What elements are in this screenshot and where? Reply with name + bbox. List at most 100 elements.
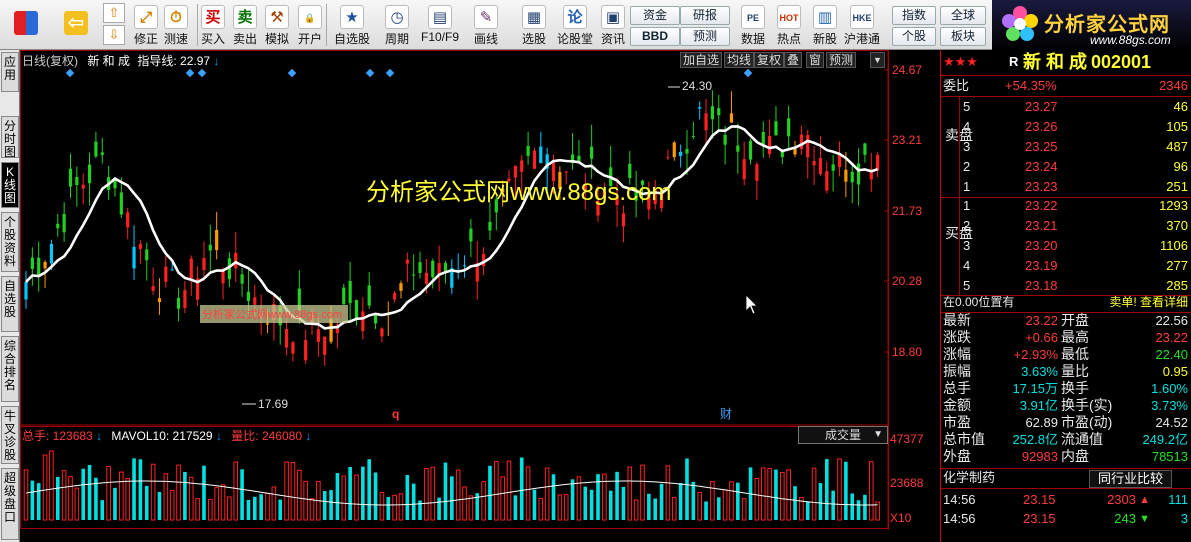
sell-row[interactable]: 5 23.27 46 — [941, 97, 1191, 117]
index-button[interactable]: 指数 — [892, 6, 936, 25]
signal-diamond-icon — [185, 68, 195, 78]
volume-bar-up — [640, 464, 645, 521]
global-button[interactable]: 全球 — [940, 6, 986, 25]
sell-row[interactable]: 4 23.26 105 — [941, 117, 1191, 137]
candle-body — [87, 164, 92, 184]
chart-tool-4[interactable]: 窗 — [806, 52, 825, 68]
kline-chart-area[interactable]: 24.67 23.21 21.73 20.28 18.80 24.30 17.69 q 财 分析家… — [20, 50, 940, 530]
left-tab-0[interactable]: 应用 — [1, 52, 19, 92]
back-button[interactable]: ⇦ — [58, 3, 94, 47]
toolbar-button-8[interactable]: ▤ F10/F9 — [420, 3, 460, 47]
chart-tool-1[interactable]: 均线 — [724, 52, 755, 68]
candle-body — [412, 274, 416, 276]
grid-menu-button[interactable] — [6, 3, 46, 47]
chart-tool-5[interactable]: 预测 — [826, 52, 857, 68]
left-tab-7[interactable]: 超级盘口 — [1, 468, 19, 540]
volume-bar-up — [195, 498, 200, 521]
candle-body — [513, 165, 517, 178]
buy-row[interactable]: 3 23.20 1106 — [941, 236, 1191, 256]
sell-row[interactable]: 3 23.25 487 — [941, 137, 1191, 157]
sell-row[interactable]: 1 23.23 251 — [941, 177, 1191, 197]
stat-value: 3.91亿 — [1019, 398, 1058, 413]
down-arrow-icon[interactable]: ⇩ — [103, 25, 125, 45]
candle-body — [132, 246, 136, 269]
stat-value: 17.15万 — [1012, 381, 1058, 396]
toolbar-button-15[interactable]: ▥ 新股 — [808, 3, 842, 47]
single-order-link[interactable]: 卖单! 查看详细 — [1109, 292, 1188, 312]
left-tab-3[interactable]: 个股资料 — [1, 212, 19, 272]
up-arrow-icon[interactable]: ⇧ — [103, 3, 125, 23]
signal-diamond-icon — [385, 68, 395, 78]
toolbar-button-10[interactable]: ▦ 选股 — [514, 3, 554, 47]
toolbar-button-11[interactable]: 论论股堂 — [556, 3, 594, 47]
volume-bar-down — [519, 457, 524, 520]
logo-url-text: www.88gs.com — [1090, 33, 1171, 47]
funds-button[interactable]: 资金 — [630, 6, 680, 25]
toolbar-button-13[interactable]: PE 数据 — [736, 3, 770, 47]
period-label[interactable]: 日线(复权) — [22, 54, 78, 68]
stat-row: 涨幅 +2.93% 最低 22.40 — [941, 346, 1191, 363]
candle-body — [532, 150, 537, 169]
candle-body — [462, 265, 467, 267]
toolbar-icon-3: 卖 — [233, 5, 257, 29]
toolbar-label-4: 模拟 — [264, 32, 289, 46]
sell-row[interactable]: 2 23.24 96 — [941, 157, 1191, 177]
left-tab-1[interactable]: 分时图 — [1, 116, 19, 159]
toolbar-button-0[interactable]: ⤢ 修正 — [130, 3, 162, 47]
toolbar-button-6[interactable]: ★ 自选股 — [330, 3, 374, 47]
volume-bar-up — [303, 480, 308, 521]
up-down-buttons[interactable]: ⇧ ⇩ — [103, 3, 125, 47]
industry-compare-button[interactable]: 同行业比较 — [1089, 470, 1173, 488]
tick-price: 23.15 — [1023, 492, 1056, 507]
left-tab-6[interactable]: 牛叉诊股 — [1, 406, 19, 464]
candle-body — [342, 287, 346, 305]
left-tab-4[interactable]: 自选股 — [1, 276, 19, 332]
stock-button[interactable]: 个股 — [892, 27, 936, 46]
toolbar-button-3[interactable]: 卖卖出 — [230, 3, 260, 47]
tick-volume: 243 — [1114, 511, 1136, 526]
candle-body — [126, 212, 130, 228]
volume-indicator-select[interactable]: 成交量 ▼ — [798, 426, 888, 444]
chart-tool-2[interactable]: 复权 — [754, 52, 785, 68]
buy-price: 23.22 — [1025, 198, 1058, 213]
buy-row[interactable]: 1 23.22 1293 — [941, 196, 1191, 216]
volume-bar-up — [697, 491, 702, 521]
stat-label: 涨幅 — [943, 346, 971, 362]
toolbar-button-4[interactable]: ⚒ 模拟 — [262, 3, 292, 47]
toolbar-button-14[interactable]: HOT 热点 — [772, 3, 806, 47]
toolbar-button-5[interactable]: 🔒 开户 — [294, 3, 326, 47]
toolbar-label-8: F10/F9 — [420, 30, 459, 44]
bbd-button[interactable]: BBD — [630, 27, 680, 46]
candle-body — [30, 257, 34, 270]
toolbar-label-14: 热点 — [776, 32, 801, 46]
toolbar-button-16[interactable]: HKE 沪港通 — [842, 3, 882, 47]
buy-row[interactable]: 4 23.19 277 — [941, 256, 1191, 276]
left-tab-2[interactable]: K线图 — [1, 162, 19, 208]
toolbar-button-2[interactable]: 买买入 — [198, 3, 228, 47]
stat-value: 22.40 — [1155, 347, 1188, 362]
stat-label: 市盈(动) — [1061, 414, 1113, 430]
toolbar-button-1[interactable]: ⏱ 测速 — [160, 3, 192, 47]
candle-body — [151, 286, 155, 291]
toolbar-button-7[interactable]: ◷ 周期 — [378, 3, 416, 47]
research-button[interactable]: 研报 — [680, 6, 730, 25]
volume-indicator-value: 成交量 — [825, 428, 862, 442]
volume-bar-down — [36, 483, 41, 520]
forecast-button[interactable]: 预测 — [680, 27, 730, 46]
chart-tool-3[interactable]: 叠 — [784, 52, 803, 68]
volume-bar-up — [379, 491, 385, 521]
buy-row[interactable]: 2 23.21 370 — [941, 216, 1191, 236]
sector-button[interactable]: 板块 — [940, 27, 986, 46]
volume-bar-down — [863, 494, 867, 520]
volume-bar-up — [176, 464, 181, 521]
chart-tool-0[interactable]: 加自选 — [680, 52, 723, 68]
candle-body — [539, 146, 543, 164]
left-tab-5[interactable]: 综合排名 — [1, 336, 19, 402]
candle-body — [75, 176, 79, 185]
quote-stock-name: 新 和 成 — [1023, 52, 1088, 72]
candle-body — [291, 342, 295, 354]
kline-chart-svg[interactable]: 24.67 23.21 21.73 20.28 18.80 24.30 17.69 q 财 分析家… — [20, 50, 940, 530]
toolbar-button-9[interactable]: ✎ 画线 — [466, 3, 506, 47]
toolbar-button-12[interactable]: ▣ 资讯 — [596, 3, 630, 47]
chart-tools-dropdown-icon[interactable]: ▼ — [870, 52, 885, 68]
